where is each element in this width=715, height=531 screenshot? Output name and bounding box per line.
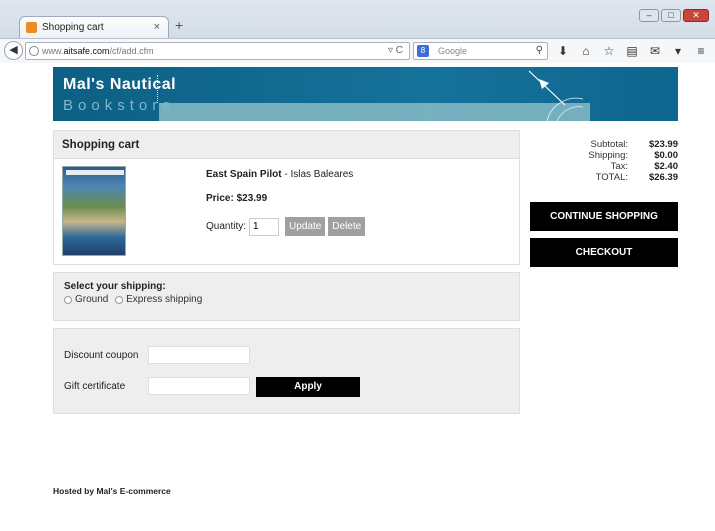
bookmark-star-icon[interactable]: ☆ (602, 43, 616, 59)
search-icon[interactable]: ⚲ (536, 43, 543, 59)
totals-column: Subtotal: $23.99 Shipping: $0.00 Tax: $2.40… (530, 139, 678, 267)
hosted-by-text: Hosted by Mal's E-commerce (53, 486, 171, 496)
gift-row: Gift certificate (64, 377, 250, 395)
home-icon[interactable]: ⌂ (579, 43, 593, 59)
gift-label: Gift certificate (64, 380, 126, 392)
subtotal-row: Subtotal: $23.99 (590, 139, 679, 150)
page-content: Mal's Nautical Bookstore Shopping cart E… (53, 67, 678, 496)
toolbar: ⬇ ⌂ ☆ ▤ ✉ ▾ ≡ (556, 43, 708, 59)
tab-close-icon[interactable]: × (154, 17, 160, 38)
navigation-bar: ◀ www.aitsafe.com/cf/add.cfm ▿ C 8 Googl… (0, 38, 715, 63)
new-tab-button[interactable]: + (175, 17, 183, 33)
url-path: /cf/add.cfm (109, 46, 154, 56)
pocket-icon[interactable]: ✉ (648, 43, 662, 59)
cart-item: East Spain Pilot - Islas Baleares Price:… (54, 159, 519, 264)
url-prefix: www. (42, 46, 64, 56)
item-title: East Spain Pilot (206, 169, 282, 180)
back-arrow-icon[interactable]: ◀ (4, 41, 23, 60)
cart-header: Shopping cart (54, 131, 519, 159)
maximize-icon[interactable]: □ (661, 9, 681, 22)
coupon-row: Discount coupon (64, 346, 250, 364)
gift-certificate-input[interactable] (148, 377, 250, 395)
delete-button[interactable]: Delete (328, 217, 366, 236)
shipping-label: Select your shipping: (64, 281, 166, 292)
browser-tab[interactable]: Shopping cart × (19, 16, 169, 38)
item-name: East Spain Pilot - Islas Baleares (206, 169, 353, 180)
tab-title: Shopping cart (42, 22, 104, 33)
compass-icon (528, 70, 584, 121)
address-bar[interactable]: www.aitsafe.com/cf/add.cfm ▿ C (25, 42, 410, 60)
shipping-row: Shipping: $0.00 (588, 150, 678, 161)
update-button[interactable]: Update (285, 217, 326, 236)
download-icon[interactable]: ⬇ (556, 43, 570, 59)
discount-panel: Discount coupon Gift certificate Apply (53, 328, 520, 414)
radio-ground[interactable]: Ground (64, 294, 108, 305)
radio-express-shipping[interactable]: Express shipping (115, 294, 202, 305)
total-row: TOTAL: $26.39 (595, 172, 678, 183)
apply-button[interactable]: Apply (256, 377, 360, 397)
cart-column: Shopping cart East Spain Pilot - Islas B… (53, 130, 520, 496)
quantity-label: Quantity: (206, 221, 247, 232)
window-controls: – □ ✕ (639, 9, 709, 22)
shopping-cart-panel: Shopping cart East Spain Pilot - Islas B… (53, 130, 520, 265)
store-name-line1: Mal's Nautical (63, 76, 177, 93)
browser-chrome: Shopping cart × + – □ ✕ ◀ www.aitsafe.co… (0, 0, 715, 63)
continue-shopping-button[interactable]: CONTINUE SHOPPING (530, 202, 678, 231)
minimize-icon[interactable]: – (639, 9, 659, 22)
search-box[interactable]: 8 Google ⚲ (413, 42, 548, 60)
store-name-line2: Bookstore (63, 97, 176, 114)
menu-icon[interactable]: ≡ (694, 43, 708, 59)
coupon-input[interactable] (148, 346, 250, 364)
order-totals: Subtotal: $23.99 Shipping: $0.00 Tax: $2.40… (530, 139, 678, 183)
book-cover-image (62, 166, 126, 256)
google-icon: 8 (417, 45, 429, 57)
item-price: Price: $23.99 (206, 193, 268, 204)
shipping-panel: Select your shipping: Ground Express shi… (53, 272, 520, 321)
cart-favicon-icon (26, 22, 37, 33)
close-window-icon[interactable]: ✕ (683, 9, 709, 22)
tax-row: Tax: $2.40 (610, 161, 678, 172)
reload-icon[interactable]: ▿ C (388, 43, 403, 59)
coupon-label: Discount coupon (64, 349, 139, 361)
store-banner: Mal's Nautical Bookstore (53, 67, 678, 121)
bookmarks-list-icon[interactable]: ▤ (625, 43, 639, 59)
item-subtitle: - Islas Baleares (281, 169, 354, 180)
search-placeholder: Google (438, 46, 468, 56)
url-domain: aitsafe.com (63, 46, 110, 56)
globe-icon (29, 46, 39, 56)
quantity-row: Quantity: Update Delete (206, 217, 366, 236)
quantity-input[interactable] (249, 217, 280, 236)
checkout-button[interactable]: CHECKOUT (530, 238, 678, 267)
dropdown-arrow-icon[interactable]: ▾ (671, 43, 685, 59)
